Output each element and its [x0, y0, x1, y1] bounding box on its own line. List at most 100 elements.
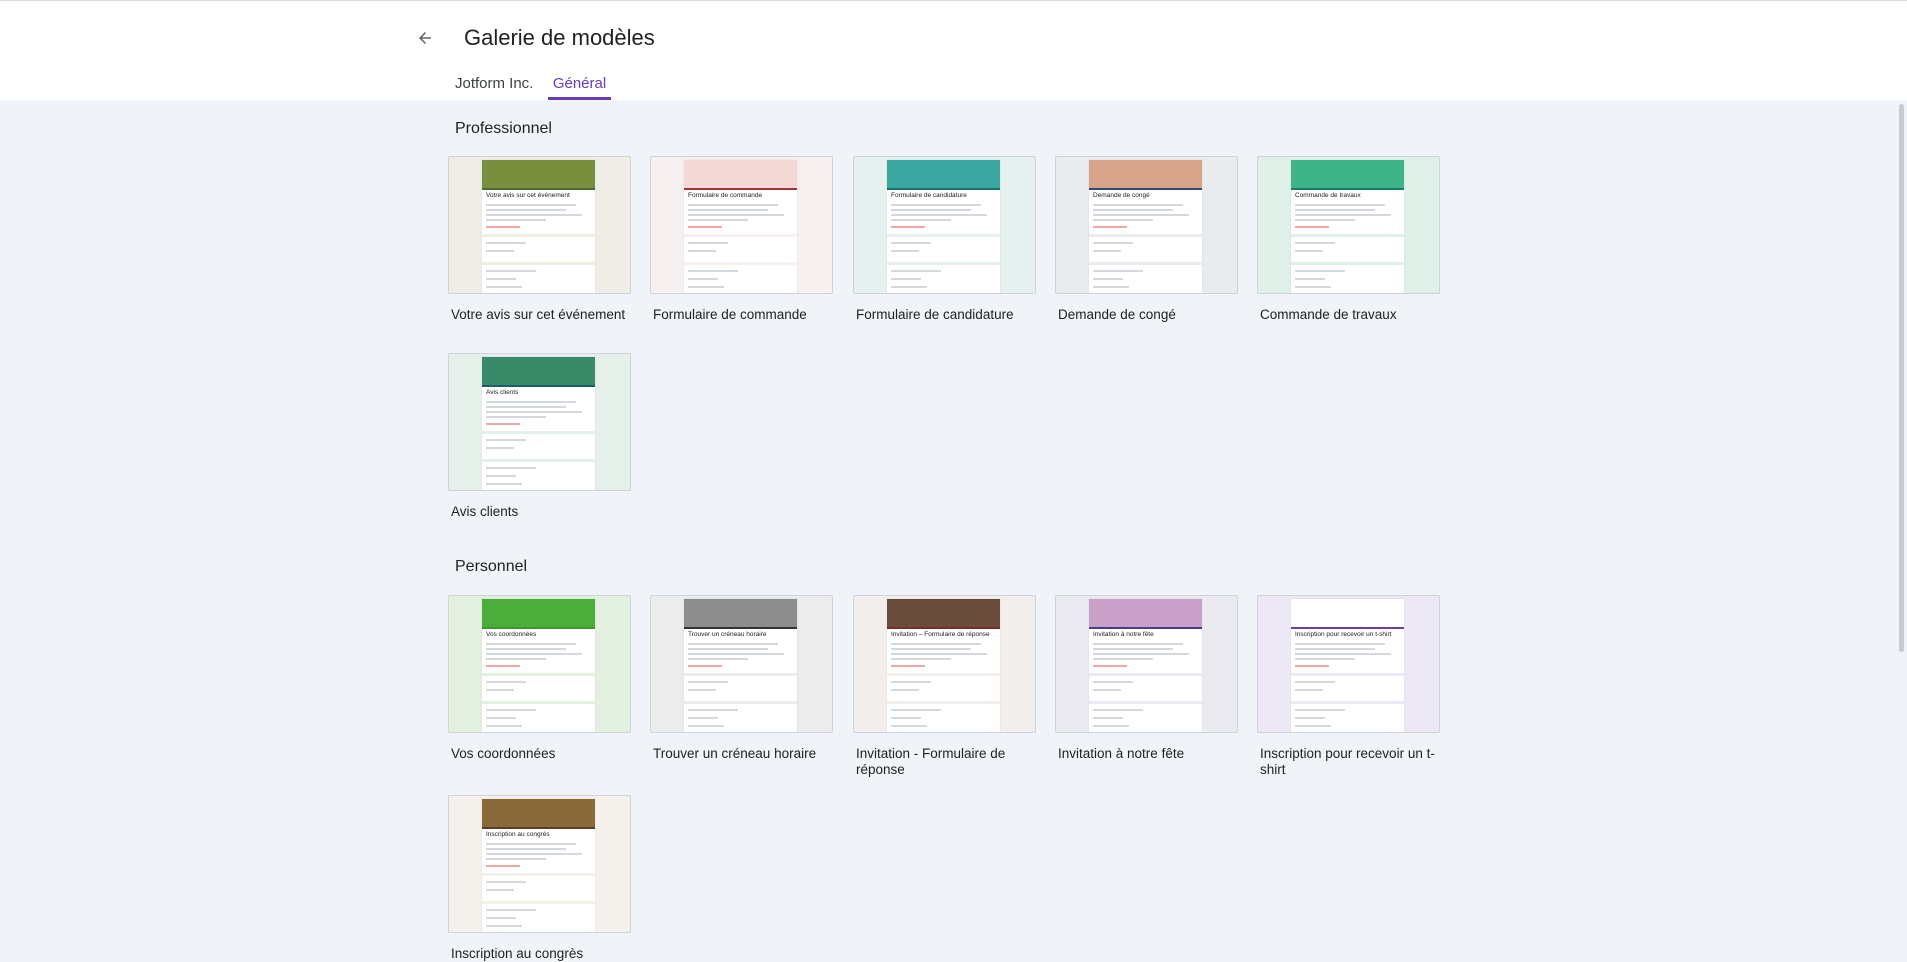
- question-placeholder-line: [891, 717, 921, 719]
- template-card-votre-avis-sur-cet-evenement[interactable]: Votre avis sur cet événement Votre avis s…: [448, 156, 631, 323]
- text-placeholder-line: [486, 219, 546, 221]
- text-placeholder-line: [486, 848, 566, 850]
- template-card-label[interactable]: Formulaire de candidature: [856, 307, 1036, 323]
- text-placeholder-line: [891, 658, 951, 660]
- form-accent-line: [684, 627, 797, 629]
- question-separator: [887, 701, 1000, 704]
- template-thumbnail[interactable]: Inscription pour recevoir un t-shirt: [1257, 595, 1440, 733]
- form-preview: Trouver un créneau horaire: [684, 599, 797, 732]
- question-placeholder-line: [486, 447, 514, 449]
- question-placeholder-line: [1093, 717, 1123, 719]
- text-placeholder-line: [891, 214, 987, 216]
- text-placeholder-line: [1093, 653, 1189, 655]
- form-preview-title: Demande de congé: [1093, 192, 1150, 199]
- tab-general[interactable]: Général: [548, 75, 611, 100]
- template-card-formulaire-de-candidature[interactable]: Formulaire de candidature Formulaire de c…: [853, 156, 1036, 323]
- text-placeholder-line: [486, 204, 576, 206]
- question-placeholder-line: [1093, 709, 1143, 711]
- form-header-image: [684, 160, 797, 188]
- text-placeholder-line: [688, 209, 768, 211]
- text-placeholder-line: [1295, 209, 1375, 211]
- text-placeholder-line: [486, 209, 566, 211]
- template-card-label[interactable]: Vos coordonnées: [451, 746, 631, 762]
- question-placeholder-line: [688, 250, 716, 252]
- question-placeholder-line: [1093, 689, 1121, 691]
- required-note-line: [891, 665, 925, 667]
- template-card-commande-de-travaux[interactable]: Commande de travaux Commande de travaux: [1257, 156, 1440, 323]
- template-card-avis-clients[interactable]: Avis clients Avis clients: [448, 353, 631, 520]
- form-header-image: [684, 599, 797, 627]
- form-accent-line: [887, 188, 1000, 190]
- question-separator: [684, 234, 797, 237]
- question-separator: [684, 673, 797, 676]
- section-title-professionnel: Professionnel: [455, 120, 552, 137]
- template-card-label[interactable]: Demande de congé: [1058, 307, 1238, 323]
- question-placeholder-line: [486, 889, 514, 891]
- form-preview: Votre avis sur cet événement: [482, 160, 595, 293]
- form-header-image: [1291, 599, 1404, 627]
- template-card-label[interactable]: Invitation à notre fête: [1058, 746, 1238, 762]
- text-placeholder-line: [486, 648, 566, 650]
- template-thumbnail[interactable]: Vos coordonnées: [448, 595, 631, 733]
- template-card-inscription-au-congres[interactable]: Inscription au congrès Inscription au con…: [448, 795, 631, 962]
- text-placeholder-line: [891, 643, 981, 645]
- question-separator: [1089, 701, 1202, 704]
- template-card-inscription-pour-recevoir-un-t-shirt[interactable]: Inscription pour recevoir un t-shirt Insc…: [1257, 595, 1440, 778]
- question-placeholder-line: [1295, 250, 1323, 252]
- text-placeholder-line: [688, 214, 784, 216]
- question-placeholder-line: [688, 278, 718, 280]
- question-placeholder-line: [486, 475, 516, 477]
- text-placeholder-line: [688, 648, 768, 650]
- question-placeholder-line: [486, 717, 516, 719]
- template-card-label[interactable]: Formulaire de commande: [653, 307, 833, 323]
- template-card-demande-de-conge[interactable]: Demande de congé Demande de congé: [1055, 156, 1238, 323]
- text-placeholder-line: [486, 214, 582, 216]
- template-thumbnail[interactable]: Inscription au congrès: [448, 795, 631, 933]
- question-placeholder-line: [891, 250, 919, 252]
- question-placeholder-line: [1093, 270, 1143, 272]
- template-thumbnail[interactable]: Formulaire de candidature: [853, 156, 1036, 294]
- template-card-label[interactable]: Avis clients: [451, 504, 631, 520]
- template-card-label[interactable]: Commande de travaux: [1260, 307, 1440, 323]
- template-card-label[interactable]: Invitation - Formulaire de réponse: [856, 746, 1036, 778]
- template-card-label[interactable]: Inscription au congrès: [451, 946, 631, 962]
- template-card-label[interactable]: Votre avis sur cet événement: [451, 307, 631, 323]
- text-placeholder-line: [486, 411, 582, 413]
- template-card-invitation-a-notre-fete[interactable]: Invitation à notre fête Invitation à notr…: [1055, 595, 1238, 762]
- template-thumbnail[interactable]: Trouver un créneau horaire: [650, 595, 833, 733]
- template-card-label[interactable]: Trouver un créneau horaire: [653, 746, 833, 762]
- question-separator: [1291, 262, 1404, 265]
- question-separator: [1291, 673, 1404, 676]
- text-placeholder-line: [1295, 643, 1385, 645]
- question-placeholder-line: [688, 725, 724, 727]
- form-preview-title: Votre avis sur cet événement: [486, 192, 570, 199]
- form-preview: Avis clients: [482, 357, 595, 490]
- text-placeholder-line: [1093, 219, 1153, 221]
- template-card-invitation-formulaire-de-reponse[interactable]: Invitation – Formulaire de réponse Invita…: [853, 595, 1036, 778]
- question-placeholder-line: [891, 286, 927, 288]
- template-thumbnail[interactable]: Demande de congé: [1055, 156, 1238, 294]
- form-preview: Invitation – Formulaire de réponse: [887, 599, 1000, 732]
- template-thumbnail[interactable]: Formulaire de commande: [650, 156, 833, 294]
- template-thumbnail[interactable]: Invitation à notre fête: [1055, 595, 1238, 733]
- required-note-line: [891, 226, 925, 228]
- template-thumbnail[interactable]: Avis clients: [448, 353, 631, 491]
- scrollbar-thumb[interactable]: [1899, 104, 1904, 652]
- text-placeholder-line: [891, 648, 971, 650]
- question-placeholder-line: [1093, 242, 1133, 244]
- text-placeholder-line: [1093, 643, 1183, 645]
- back-button[interactable]: [410, 23, 440, 53]
- template-card-trouver-un-creneau-horaire[interactable]: Trouver un créneau horaire Trouver un cré…: [650, 595, 833, 762]
- tab-jotform-inc[interactable]: Jotform Inc.: [455, 75, 533, 100]
- question-placeholder-line: [1093, 725, 1129, 727]
- template-card-formulaire-de-commande[interactable]: Formulaire de commande Formulaire de comm…: [650, 156, 833, 323]
- question-placeholder-line: [1295, 286, 1331, 288]
- form-preview: Demande de congé: [1089, 160, 1202, 293]
- template-thumbnail[interactable]: Votre avis sur cet événement: [448, 156, 631, 294]
- template-card-label[interactable]: Inscription pour recevoir un t-shirt: [1260, 746, 1440, 778]
- template-thumbnail[interactable]: Invitation – Formulaire de réponse: [853, 595, 1036, 733]
- template-card-vos-coordonnees[interactable]: Vos coordonnées Vos coordonnées: [448, 595, 631, 762]
- template-thumbnail[interactable]: Commande de travaux: [1257, 156, 1440, 294]
- form-preview-title: Trouver un créneau horaire: [688, 631, 767, 638]
- form-preview-title: Invitation – Formulaire de réponse: [891, 631, 990, 638]
